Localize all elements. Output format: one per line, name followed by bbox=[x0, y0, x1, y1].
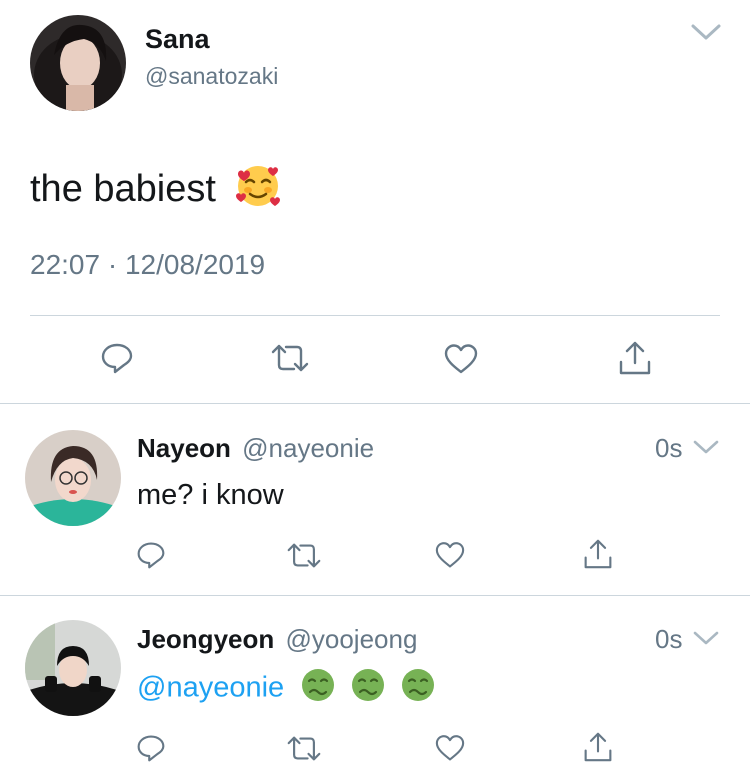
reply-header: Nayeon @nayeonie bbox=[137, 433, 374, 464]
share-icon[interactable] bbox=[618, 340, 652, 376]
avatar[interactable] bbox=[25, 620, 121, 716]
tweet-date: 12/08/2019 bbox=[124, 249, 266, 280]
author-handle[interactable]: @sanatozaki bbox=[145, 63, 278, 90]
tweet-time: 22:07 bbox=[30, 249, 101, 280]
reply-header: Jeongyeon @yoojeong bbox=[137, 624, 417, 655]
avatar[interactable] bbox=[25, 430, 121, 526]
reply-icon[interactable] bbox=[100, 342, 134, 374]
smiling-face-with-hearts-icon bbox=[234, 162, 282, 220]
divider bbox=[30, 315, 720, 316]
mention-link[interactable]: @nayeonie bbox=[137, 672, 284, 704]
author-handle[interactable]: @yoojeong bbox=[285, 624, 417, 654]
retweet-icon[interactable] bbox=[286, 735, 322, 762]
timestamp[interactable]: 22:07 · 12/08/2019 bbox=[30, 249, 265, 281]
tweet-text-content: the babiest bbox=[30, 168, 216, 211]
share-icon[interactable] bbox=[583, 731, 613, 763]
reply-icon[interactable] bbox=[136, 733, 166, 763]
author-name[interactable]: Sana bbox=[145, 24, 210, 55]
reply-text: me? i know bbox=[137, 479, 284, 511]
avatar[interactable] bbox=[30, 15, 126, 111]
tweet-text: the babiest bbox=[30, 162, 282, 220]
nauseated-face-icon bbox=[350, 667, 386, 711]
nauseated-face-icon bbox=[400, 667, 436, 711]
chevron-down-icon[interactable] bbox=[692, 438, 720, 456]
retweet-icon[interactable] bbox=[270, 343, 310, 373]
reply-time: 0s bbox=[655, 433, 683, 463]
dot-separator: · bbox=[107, 249, 118, 280]
share-icon[interactable] bbox=[583, 538, 613, 570]
divider bbox=[0, 403, 750, 404]
reply-text: @nayeonie bbox=[137, 667, 436, 711]
like-icon[interactable] bbox=[435, 734, 465, 762]
nauseated-face-icon bbox=[300, 667, 336, 711]
chevron-down-icon[interactable] bbox=[692, 629, 720, 647]
chevron-down-icon[interactable] bbox=[690, 22, 722, 42]
author-name[interactable]: Jeongyeon bbox=[137, 624, 274, 654]
author-name[interactable]: Nayeon bbox=[137, 433, 231, 463]
reply-time: 0s bbox=[655, 624, 683, 654]
reply-icon[interactable] bbox=[136, 540, 166, 570]
divider bbox=[0, 595, 750, 596]
like-icon[interactable] bbox=[444, 343, 478, 375]
like-icon[interactable] bbox=[435, 541, 465, 569]
author-handle[interactable]: @nayeonie bbox=[242, 433, 374, 463]
retweet-icon[interactable] bbox=[286, 542, 322, 569]
